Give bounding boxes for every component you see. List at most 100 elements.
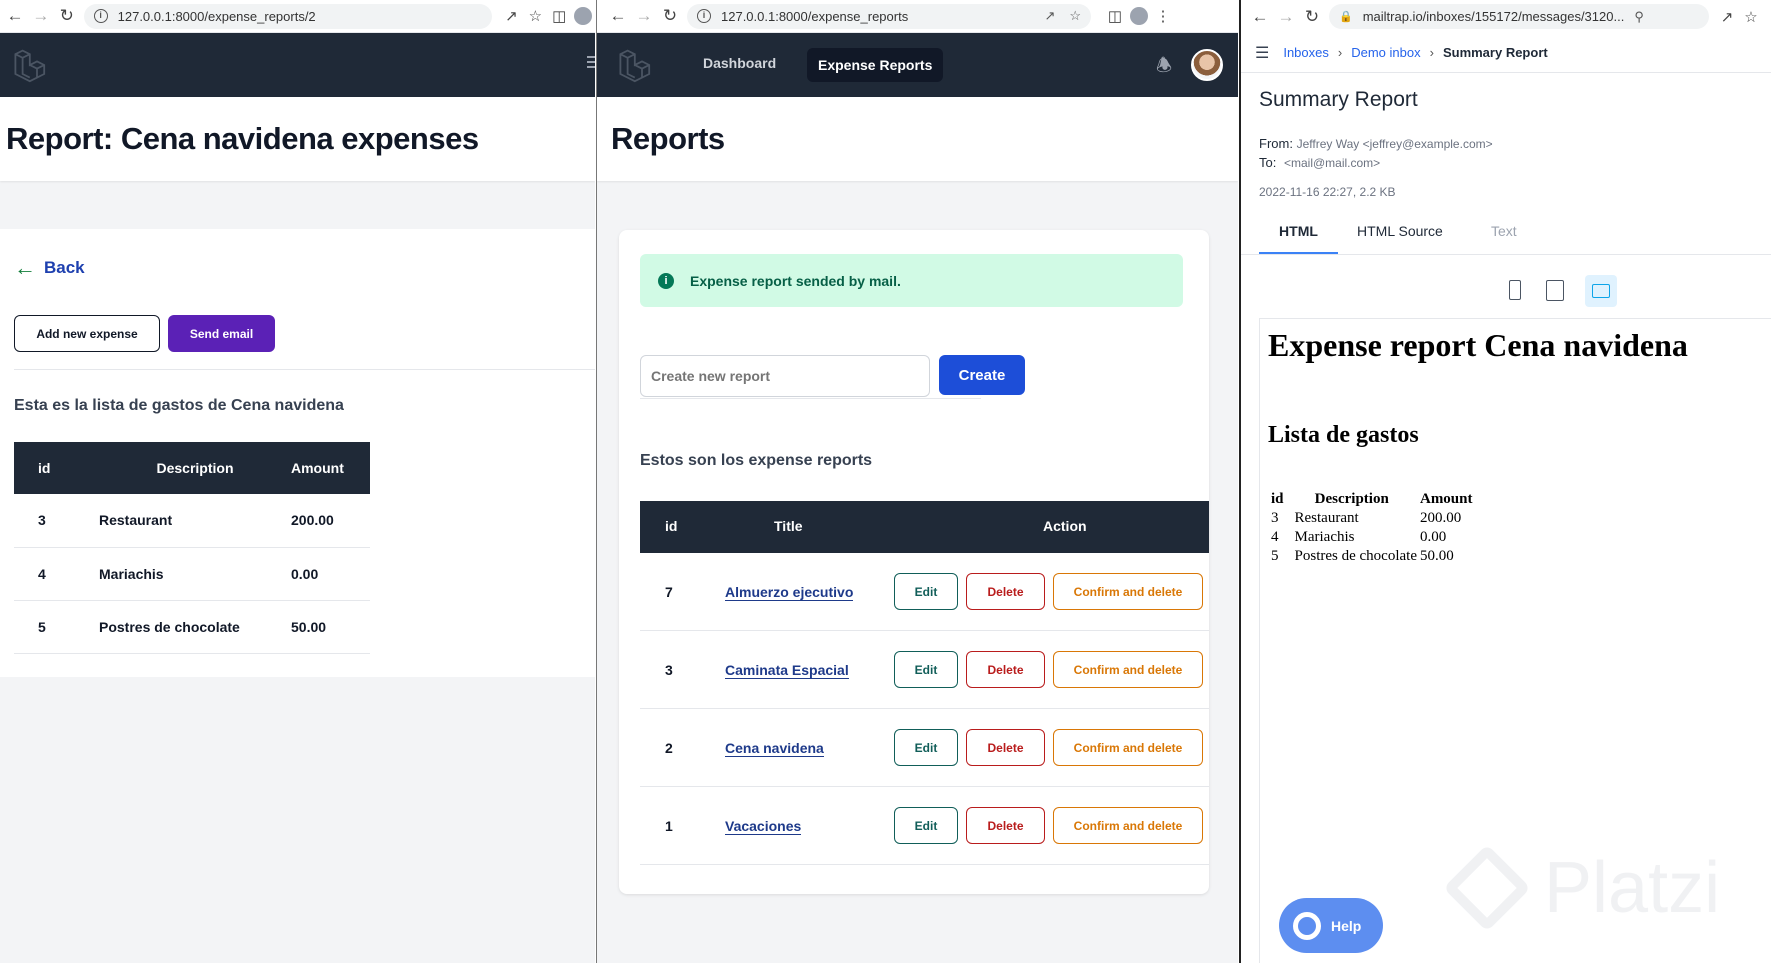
- app-navbar: [0, 33, 595, 97]
- info-icon[interactable]: i: [697, 9, 711, 23]
- report-title-link[interactable]: Cena navidena: [725, 740, 824, 757]
- browser-toolbar: ← → ↻ 🔒 mailtrap.io/inboxes/155172/messa…: [1241, 0, 1771, 33]
- success-alert: i Expense report sended by mail.: [640, 254, 1183, 307]
- edit-button[interactable]: Edit: [894, 807, 958, 844]
- page-title: Report: Cena navidena expenses: [6, 121, 479, 156]
- menu-icon[interactable]: ☰: [1255, 43, 1269, 63]
- tab-text[interactable]: Text: [1491, 223, 1517, 239]
- share-icon[interactable]: ↗: [1715, 5, 1739, 29]
- breadcrumb-inboxes[interactable]: Inboxes: [1283, 45, 1329, 60]
- profile-icon[interactable]: [1127, 4, 1151, 28]
- create-report-input[interactable]: [640, 355, 930, 397]
- confirm-delete-button[interactable]: Confirm and delete: [1053, 573, 1203, 610]
- edit-button[interactable]: Edit: [894, 573, 958, 610]
- address-bar[interactable]: i 127.0.0.1:8000/expense_reports ↗ ☆: [687, 3, 1091, 29]
- mail-table-row: 3 Restaurant 200.00: [1271, 510, 1473, 527]
- address-bar[interactable]: i 127.0.0.1:8000/expense_reports/2: [83, 3, 492, 29]
- reload-icon[interactable]: ↻: [659, 5, 681, 27]
- column-header: Description: [99, 442, 291, 494]
- help-button[interactable]: Help: [1279, 898, 1383, 953]
- back-arrow-icon[interactable]: ←: [1249, 6, 1271, 28]
- side-panel-icon[interactable]: ◫: [547, 4, 571, 28]
- mail-column-header: Amount: [1419, 491, 1473, 507]
- platzi-logo-icon: [1443, 844, 1531, 932]
- expenses-heading: Esta es la lista de gastos de Cena navid…: [14, 397, 344, 414]
- url-text: mailtrap.io/inboxes/155172/messages/3120…: [1362, 9, 1625, 24]
- add-expense-button[interactable]: Add new expense: [14, 315, 160, 352]
- mobile-view-icon[interactable]: [1509, 280, 1521, 300]
- confirm-delete-button[interactable]: Confirm and delete: [1053, 807, 1203, 844]
- kebab-menu-icon[interactable]: ⋮: [1151, 4, 1175, 28]
- forward-arrow-icon[interactable]: →: [633, 5, 655, 27]
- delete-button[interactable]: Delete: [966, 573, 1045, 610]
- nav-dashboard[interactable]: Dashboard: [703, 55, 776, 71]
- side-panel-icon[interactable]: ◫: [1103, 4, 1127, 28]
- email-meta: 2022-11-16 22:27, 2.2 KB: [1259, 185, 1396, 199]
- delete-button[interactable]: Delete: [966, 651, 1045, 688]
- reload-icon[interactable]: ↻: [1301, 6, 1323, 28]
- cell-amount: 200.00: [291, 494, 370, 548]
- share-icon[interactable]: ↗: [1044, 8, 1055, 24]
- report-card: ← Back Add new expense Send email Esta e…: [0, 229, 595, 677]
- to-label: To:: [1259, 155, 1277, 170]
- confirm-delete-button[interactable]: Confirm and delete: [1053, 651, 1203, 688]
- info-circle-icon: i: [658, 272, 674, 289]
- hamburger-menu-icon[interactable]: [587, 53, 595, 73]
- bookmark-star-icon[interactable]: ☆: [1069, 8, 1081, 24]
- bell-icon[interactable]: 🕭: [1153, 53, 1175, 75]
- search-icon[interactable]: ⚲: [1634, 9, 1644, 25]
- mail-table-row: 4 Mariachis 0.00: [1271, 529, 1473, 546]
- breadcrumb-current: Summary Report: [1442, 45, 1548, 60]
- mail-cell-amount: 200.00: [1419, 510, 1462, 526]
- cell-description: Postres de chocolate: [99, 600, 291, 654]
- report-title-link[interactable]: Almuerzo ejecutivo: [725, 584, 854, 601]
- lifebuoy-icon: [1293, 911, 1321, 940]
- forward-arrow-icon[interactable]: →: [1275, 6, 1297, 28]
- page-header: Report: Cena navidena expenses: [0, 97, 595, 181]
- mail-expenses-table: id Description Amount 3 Restaurant 200.0…: [1268, 489, 1476, 567]
- column-header: id: [665, 518, 678, 534]
- bookmark-star-icon[interactable]: ☆: [1739, 5, 1763, 29]
- column-header: id: [14, 442, 99, 494]
- tablet-view-icon[interactable]: [1546, 280, 1564, 301]
- cell-description: Restaurant: [99, 494, 291, 548]
- forward-arrow-icon[interactable]: →: [30, 5, 52, 27]
- desktop-view-icon[interactable]: [1585, 275, 1617, 307]
- table-row: 1 Vacaciones Edit Delete Confirm and del…: [640, 787, 1209, 865]
- delete-button[interactable]: Delete: [966, 807, 1045, 844]
- cell-id: 7: [665, 584, 673, 600]
- create-button[interactable]: Create: [939, 355, 1025, 395]
- edit-button[interactable]: Edit: [894, 651, 958, 688]
- share-icon[interactable]: ↗: [500, 4, 524, 28]
- report-title-link[interactable]: Caminata Espacial: [725, 662, 849, 679]
- reload-icon[interactable]: ↻: [56, 5, 78, 27]
- tab-html[interactable]: HTML: [1259, 220, 1338, 255]
- back-label: Back: [44, 258, 85, 277]
- avatar[interactable]: [1191, 49, 1223, 81]
- send-email-button[interactable]: Send email: [168, 315, 275, 352]
- lock-icon[interactable]: 🔒: [1339, 10, 1353, 23]
- bookmark-star-icon[interactable]: ☆: [523, 4, 547, 28]
- back-arrow-icon[interactable]: ←: [4, 5, 26, 27]
- breadcrumb-demo-inbox[interactable]: Demo inbox: [1351, 45, 1420, 60]
- delete-button[interactable]: Delete: [966, 729, 1045, 766]
- back-arrow-icon[interactable]: ←: [607, 5, 629, 27]
- cell-id: 5: [14, 600, 99, 654]
- address-bar[interactable]: 🔒 mailtrap.io/inboxes/155172/messages/31…: [1329, 4, 1709, 29]
- profile-icon[interactable]: [571, 4, 595, 28]
- tab-html-source[interactable]: HTML Source: [1357, 223, 1443, 239]
- info-icon[interactable]: i: [93, 9, 108, 23]
- laravel-logo-icon[interactable]: [615, 47, 651, 83]
- from-label: From:: [1259, 136, 1293, 151]
- nav-expense-reports[interactable]: Expense Reports: [807, 48, 944, 82]
- table-row: 4 Mariachis 0.00: [14, 547, 370, 601]
- mail-column-header: Description: [1314, 491, 1389, 507]
- confirm-delete-button[interactable]: Confirm and delete: [1053, 729, 1203, 766]
- edit-button[interactable]: Edit: [894, 729, 958, 766]
- column-header: Amount: [291, 442, 370, 494]
- page-title: Reports: [611, 121, 725, 156]
- back-link[interactable]: ← Back: [14, 255, 85, 281]
- table-row: 7 Almuerzo ejecutivo Edit Delete Confirm…: [640, 553, 1209, 631]
- laravel-logo-icon[interactable]: [10, 47, 46, 83]
- report-title-link[interactable]: Vacaciones: [725, 818, 802, 835]
